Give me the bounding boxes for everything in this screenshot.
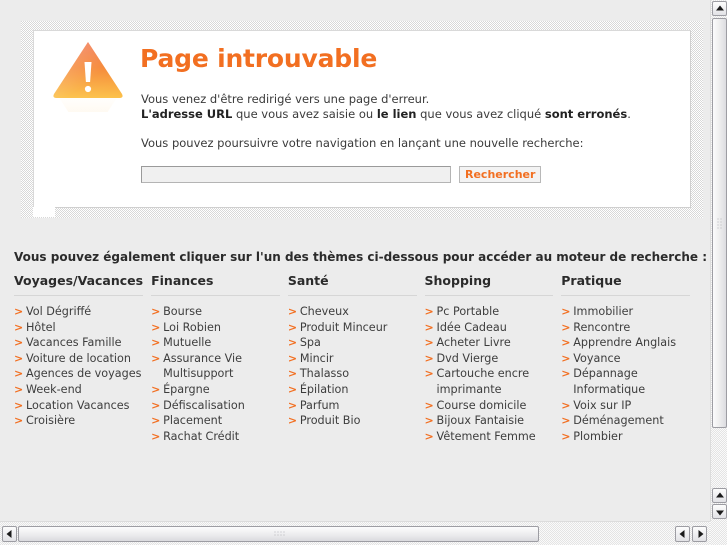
scroll-right-icon[interactable]	[692, 526, 707, 542]
theme-link[interactable]: Croisière	[14, 413, 151, 429]
theme-column-voyages-vacances: Voyages/Vacances Vol Dégriffé Hôtel Vaca…	[14, 273, 151, 444]
theme-link[interactable]: Défiscalisation	[151, 398, 288, 414]
scroll-down-icon[interactable]	[712, 504, 727, 519]
warning-triangle-icon	[50, 36, 126, 112]
search-prompt: Vous pouvez poursuivre votre navigation …	[141, 136, 584, 150]
theme-link[interactable]: Loi Robien	[151, 320, 288, 336]
error-message-line1: Vous venez d'être redirigé vers une page…	[141, 92, 430, 106]
theme-column-title: Santé	[287, 273, 417, 296]
theme-column-title: Pratique	[561, 273, 690, 296]
theme-link[interactable]: Dépannage Informatique	[561, 366, 698, 397]
theme-link[interactable]: Course domicile	[425, 398, 562, 414]
url-emphasis: L'adresse URL	[141, 107, 233, 121]
browser-page: Page introuvable Vous venez d'être redir…	[0, 0, 727, 545]
theme-column-title: Voyages/Vacances	[14, 273, 144, 296]
theme-link[interactable]: Voyance	[561, 351, 698, 367]
theme-link[interactable]: Rencontre	[561, 320, 698, 336]
theme-link[interactable]: Vol Dégriffé	[14, 304, 151, 320]
theme-link[interactable]: Assurance Vie Multisupport	[151, 351, 288, 382]
theme-link[interactable]: Mutuelle	[151, 335, 288, 351]
theme-link[interactable]: Agences de voyages	[14, 366, 151, 382]
theme-link[interactable]: Placement	[151, 413, 288, 429]
theme-column-title: Finances	[151, 273, 280, 296]
theme-link[interactable]: Voix sur IP	[561, 398, 698, 414]
grip-icon	[273, 530, 284, 538]
theme-link[interactable]: Produit Bio	[288, 413, 425, 429]
vertical-scrollbar[interactable]	[710, 0, 727, 521]
theme-link[interactable]: Immobilier	[561, 304, 698, 320]
theme-link[interactable]: Acheter Livre	[425, 335, 562, 351]
page-title: Page introuvable	[140, 44, 378, 73]
search-row: Rechercher	[141, 166, 542, 183]
theme-link[interactable]: Vêtement Femme	[425, 429, 562, 445]
theme-link[interactable]: Vacances Famille	[14, 335, 151, 351]
theme-link[interactable]: Bourse	[151, 304, 288, 320]
theme-link[interactable]: Épargne	[151, 382, 288, 398]
theme-column-finances: Finances Bourse Loi Robien Mutuelle Assu…	[151, 273, 288, 444]
theme-link[interactable]: Voiture de location	[14, 351, 151, 367]
scrollbar-corner	[710, 521, 727, 545]
theme-column-shopping: Shopping Pc Portable Idée Cadeau Acheter…	[424, 273, 562, 444]
theme-link[interactable]: Parfum	[288, 398, 425, 414]
line2-text-b: que vous avez cliqué	[416, 107, 545, 121]
link-emphasis: le lien	[376, 107, 417, 121]
vertical-scrollbar-thumb[interactable]	[712, 18, 727, 428]
theme-link[interactable]: Produit Minceur	[288, 320, 425, 336]
theme-link[interactable]: Rachat Crédit	[151, 429, 288, 445]
error-message: Vous venez d'être redirigé vers une page…	[141, 92, 651, 122]
theme-link[interactable]: Spa	[288, 335, 425, 351]
theme-link[interactable]: Hôtel	[14, 320, 151, 336]
theme-link-list: Bourse Loi Robien Mutuelle Assurance Vie…	[151, 304, 288, 444]
theme-link[interactable]: Dvd Vierge	[425, 351, 562, 367]
theme-link-list: Vol Dégriffé Hôtel Vacances Famille Voit…	[14, 304, 151, 429]
theme-column-sante: Santé Cheveux Produit Minceur Spa Mincir…	[287, 273, 425, 444]
theme-column-pratique: Pratique Immobilier Rencontre Apprendre …	[561, 273, 698, 444]
theme-link[interactable]: Week-end	[14, 382, 151, 398]
theme-link[interactable]: Mincir	[288, 351, 425, 367]
page-viewport: Page introuvable Vous venez d'être redir…	[0, 0, 710, 521]
theme-link[interactable]: Apprendre Anglais	[561, 335, 698, 351]
theme-link[interactable]: Location Vacances	[14, 398, 151, 414]
theme-link[interactable]: Déménagement	[561, 413, 698, 429]
theme-link[interactable]: Thalasso	[288, 366, 425, 382]
theme-link[interactable]: Bijoux Fantaisie	[425, 413, 562, 429]
theme-column-title: Shopping	[424, 273, 554, 296]
line2-text-a: que vous avez saisie ou	[232, 107, 377, 121]
themes-intro: Vous pouvez également cliquer sur l'un d…	[14, 250, 707, 264]
horizontal-scrollbar[interactable]	[0, 521, 710, 545]
scroll-up-icon-bottom[interactable]	[712, 488, 727, 503]
theme-link[interactable]: Idée Cadeau	[425, 320, 562, 336]
theme-link[interactable]: Plombier	[561, 429, 698, 445]
themes-columns: Voyages/Vacances Vol Dégriffé Hôtel Vaca…	[14, 273, 698, 444]
theme-link[interactable]: Cartouche encre imprimante	[425, 366, 562, 397]
scroll-left-icon[interactable]	[2, 526, 17, 542]
grip-icon	[716, 217, 723, 229]
line2-period: .	[627, 107, 631, 121]
search-input[interactable]	[141, 166, 451, 183]
scroll-left-icon-right[interactable]	[675, 526, 690, 542]
theme-link-list: Cheveux Produit Minceur Spa Mincir Thala…	[288, 304, 425, 429]
error-emphasis: sont erronés	[544, 107, 628, 121]
card-notch	[33, 207, 55, 217]
theme-link-list: Pc Portable Idée Cadeau Acheter Livre Dv…	[425, 304, 562, 444]
theme-link[interactable]: Pc Portable	[425, 304, 562, 320]
search-button[interactable]: Rechercher	[459, 166, 542, 183]
scroll-up-icon[interactable]	[712, 1, 727, 16]
theme-link[interactable]: Épilation	[288, 382, 425, 398]
error-message-line2: L'adresse URL que vous avez saisie ou le…	[141, 107, 651, 122]
theme-link-list: Immobilier Rencontre Apprendre Anglais V…	[561, 304, 698, 444]
theme-link[interactable]: Cheveux	[288, 304, 425, 320]
horizontal-scrollbar-thumb[interactable]	[18, 526, 539, 542]
